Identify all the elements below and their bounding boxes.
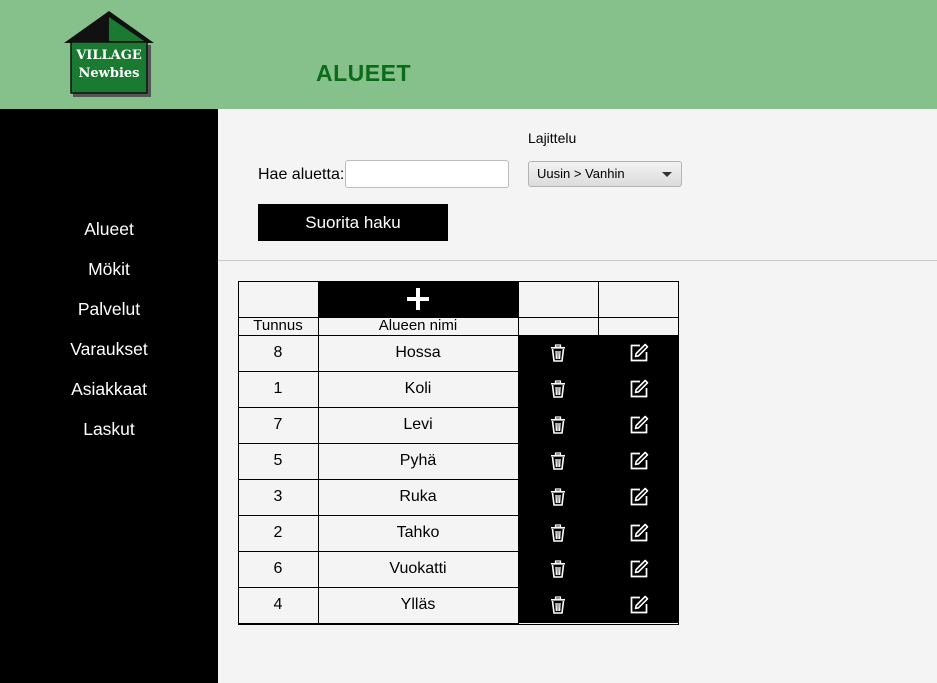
trash-icon [551,344,565,362]
edit-button[interactable] [598,407,679,443]
trash-icon [551,524,565,542]
delete-button[interactable] [518,479,598,515]
sort-selected-value: Uusin > Vanhin [537,166,625,181]
add-area-button[interactable] [318,281,519,318]
trash-icon [551,488,565,506]
delete-button[interactable] [518,551,598,587]
village-newbies-logo: VILLAGE Newbies [64,11,154,97]
row-id-cell: 1 [238,371,319,408]
row-name-cell: Ruka [318,479,519,516]
delete-button[interactable] [518,587,598,623]
search-label: Hae aluetta: [258,166,345,183]
edit-button[interactable] [598,551,679,587]
logo-text-line2: Newbies [79,66,140,81]
row-id-cell: 4 [238,587,319,624]
row-name-cell: Hossa [318,335,519,372]
sidebar-item-asiakkaat[interactable]: Asiakkaat [0,379,218,400]
trash-icon [551,380,565,398]
row-id-cell: 7 [238,407,319,444]
edit-icon [630,379,648,398]
search-input[interactable] [345,160,509,188]
row-name-cell: Levi [318,407,519,444]
edit-icon [630,559,648,578]
column-header-id: Tunnus [238,317,319,336]
sidebar: Alueet Mökit Palvelut Varaukset Asiakkaa… [0,109,218,683]
edit-icon [630,415,648,434]
row-id-cell: 6 [238,551,319,588]
main-content: Lajittelu Hae aluetta: Uusin > Vanhin Su… [218,109,937,683]
sidebar-item-mokit[interactable]: Mökit [0,259,218,280]
edit-button[interactable] [598,443,679,479]
header-empty-cell [598,317,679,336]
edit-icon [630,523,648,542]
app-header: VILLAGE Newbies ALUEET [0,0,937,109]
row-id-cell: 8 [238,335,319,372]
trash-icon [551,452,565,470]
sidebar-item-varaukset[interactable]: Varaukset [0,339,218,360]
edit-button[interactable] [598,479,679,515]
header-empty-cell [238,281,319,318]
edit-button[interactable] [598,515,679,551]
trash-icon [551,596,565,614]
delete-button[interactable] [518,515,598,551]
header-empty-cell [518,317,599,336]
column-header-name: Alueen nimi [318,317,519,336]
page-title: ALUEET [316,60,411,86]
edit-icon [630,451,648,470]
edit-icon [630,343,648,362]
row-name-cell: Koli [318,371,519,408]
row-name-cell: Pyhä [318,443,519,480]
sidebar-item-palvelut[interactable]: Palvelut [0,299,218,320]
trash-icon [551,416,565,434]
logo-text-line1: VILLAGE [75,48,142,63]
edit-button[interactable] [598,335,679,371]
plus-icon [407,288,429,310]
trash-icon [551,560,565,578]
search-button[interactable]: Suorita haku [258,204,448,241]
header-empty-cell [518,281,599,318]
sort-select[interactable]: Uusin > Vanhin [528,161,682,187]
row-id-cell: 2 [238,515,319,552]
header-empty-cell [598,281,679,318]
sidebar-item-alueet[interactable]: Alueet [0,219,218,240]
divider [218,260,937,261]
delete-button[interactable] [518,335,598,371]
edit-icon [630,487,648,506]
delete-button[interactable] [518,443,598,479]
chevron-down-icon [662,172,672,177]
edit-icon [630,595,648,614]
edit-button[interactable] [598,371,679,407]
edit-button[interactable] [598,587,679,623]
row-name-cell: Vuokatti [318,551,519,588]
sort-label: Lajittelu [528,130,577,146]
delete-button[interactable] [518,371,598,407]
row-name-cell: Ylläs [318,587,519,624]
delete-button[interactable] [518,407,598,443]
sidebar-item-laskut[interactable]: Laskut [0,419,218,440]
row-name-cell: Tahko [318,515,519,552]
row-id-cell: 3 [238,479,319,516]
row-id-cell: 5 [238,443,319,480]
